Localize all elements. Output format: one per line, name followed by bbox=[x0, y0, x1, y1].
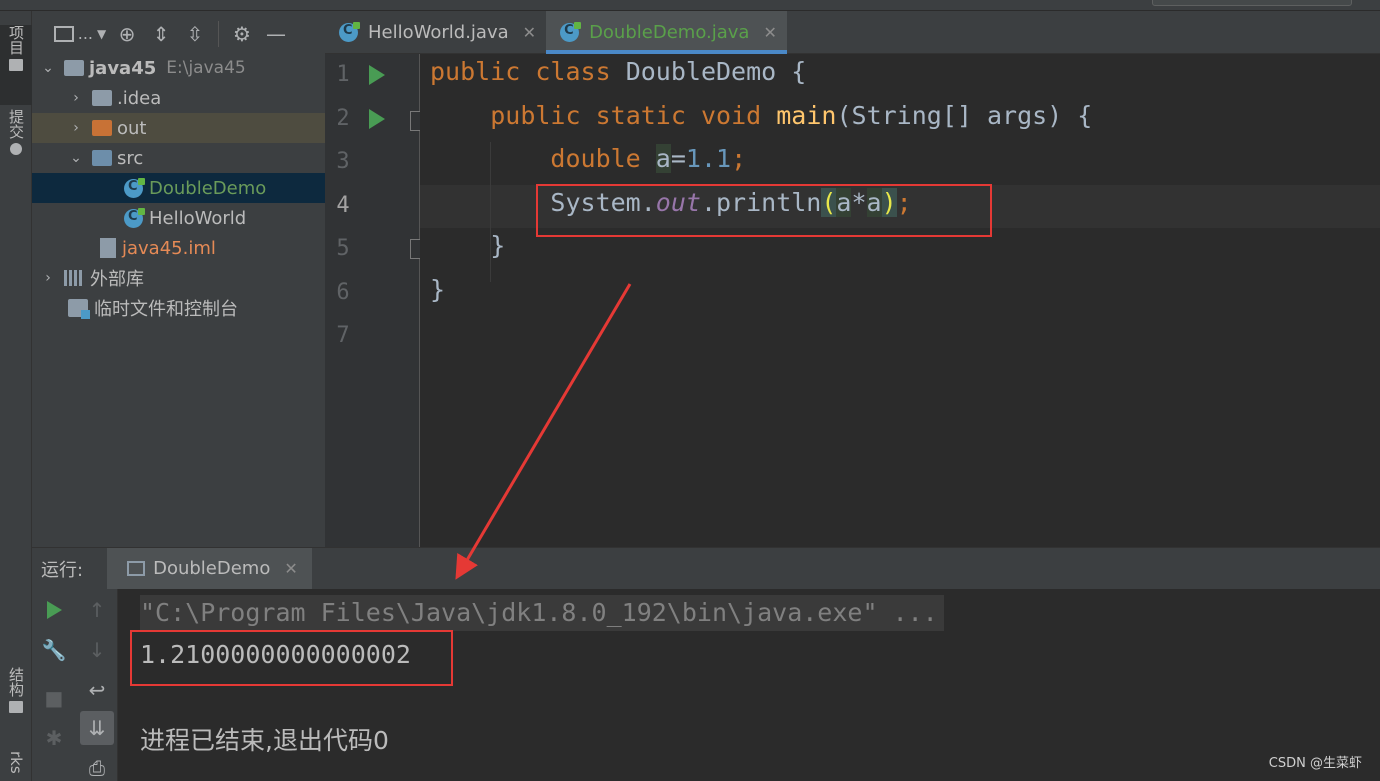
watermark: CSDN @生菜虾 bbox=[1268, 756, 1362, 771]
annotation-arrow bbox=[455, 283, 632, 580]
